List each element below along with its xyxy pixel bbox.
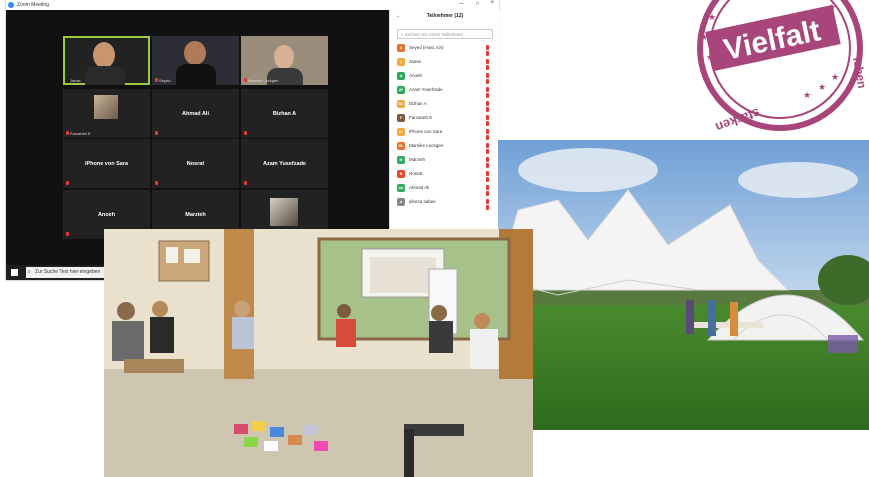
participant-avatar: S [397, 44, 405, 52]
muted-status-icon [486, 157, 495, 168]
participant-name: Jamie [409, 59, 422, 64]
participant-name: Mareike Lockgen [409, 143, 444, 148]
muted-mic-icon [155, 131, 158, 135]
video-tile[interactable]: Bizhan A [241, 89, 328, 138]
muted-mic-icon [66, 181, 69, 185]
participant-row[interactable]: a alireza safaei [397, 197, 497, 210]
svg-text:★: ★ [700, 32, 708, 42]
svg-text:★: ★ [803, 90, 811, 100]
zoom-logo-icon [8, 2, 14, 8]
muted-mic-icon [244, 181, 247, 185]
participant-name: Seyed (Host, ich) [409, 45, 444, 50]
participant-name: Ahmad Ali [409, 185, 430, 190]
video-tile[interactable]: Seyed [152, 36, 239, 85]
participant-avatar: BA [397, 100, 405, 108]
muted-status-icon [486, 101, 495, 112]
participant-name: iPhone von Sara [409, 129, 443, 134]
participant-avatar: iV [397, 128, 405, 136]
minimize-icon[interactable]: – [460, 1, 463, 7]
participant-photo [94, 95, 118, 119]
video-tile[interactable]: Ahmad Ali [152, 89, 239, 138]
muted-status-icon [486, 185, 495, 196]
video-tile[interactable]: Jamie [63, 36, 150, 85]
participant-search-input[interactable]: ⌕ Suchen Sie einen Teilnehmer [397, 29, 493, 39]
participant-name: Azam Yusefzade [409, 87, 443, 92]
muted-status-icon [486, 143, 495, 154]
search-icon: ⌕ [28, 269, 31, 275]
muted-mic-icon [66, 131, 69, 135]
video-tile[interactable]: Mareike Lockgen [241, 36, 328, 85]
participant-row[interactable]: N Nosrat [397, 169, 497, 182]
participant-row[interactable]: S Seyed (Host, ich) [397, 43, 497, 56]
participants-panel: Teilnehmer (12) ⌄ ⌕ Suchen Sie einen Tei… [389, 10, 500, 229]
window-titlebar: Zoom Meeting – □ × [6, 0, 499, 10]
participant-row[interactable]: J Jamie [397, 57, 497, 70]
muted-mic-icon [66, 232, 69, 236]
participant-name: Anoeh [409, 73, 423, 78]
muted-status-icon [486, 59, 495, 70]
video-tile[interactable]: Azam Yusefzade [241, 139, 328, 188]
close-icon[interactable]: × [490, 0, 494, 6]
outdoor-tent-photo [498, 140, 869, 430]
panel-popout-icon[interactable]: ⌄ [396, 13, 400, 19]
participant-avatar: ML [397, 142, 405, 150]
muted-mic-icon [244, 78, 247, 82]
participant-avatar: a [397, 198, 405, 206]
windows-start-icon[interactable] [11, 269, 18, 276]
participant-row[interactable]: F Farzaneh E [397, 113, 497, 126]
muted-status-icon [486, 73, 495, 84]
svg-text:★: ★ [828, 2, 836, 12]
video-tile[interactable]: iPhone von Sara [63, 139, 150, 188]
participant-row[interactable]: iV iPhone von Sara [397, 127, 497, 140]
window-title: Zoom Meeting [17, 2, 49, 8]
participant-row[interactable]: BA Bizhan A [397, 99, 497, 112]
participant-row[interactable]: AA Ahmad Ali [397, 183, 497, 196]
svg-text:★: ★ [818, 82, 826, 92]
muted-status-icon [486, 87, 495, 98]
participant-name: Farzaneh E [409, 115, 433, 120]
participant-avatar: M [397, 156, 405, 164]
participant-row[interactable]: M Marzieh [397, 155, 497, 168]
participant-name: alireza safaei [409, 199, 436, 204]
participant-name: Marzieh [409, 157, 426, 162]
video-tile[interactable]: Farzaneh E [63, 89, 150, 138]
svg-text:★: ★ [708, 12, 716, 22]
stamp-bottom-word: stärken [713, 105, 762, 135]
participant-avatar: AY [397, 86, 405, 94]
muted-status-icon [486, 129, 495, 140]
participant-avatar: N [397, 170, 405, 178]
participants-panel-title: Teilnehmer (12) [426, 13, 464, 19]
participant-photo [270, 198, 298, 226]
participant-avatar: AA [397, 184, 405, 192]
muted-status-icon [486, 45, 495, 56]
muted-status-icon [486, 115, 495, 126]
participant-avatar: A [397, 72, 405, 80]
participant-name: Bizhan A [409, 101, 427, 106]
taskbar-search-input[interactable]: ⌕ Zur Suche Text hier eingeben [26, 267, 104, 278]
participant-row[interactable]: AY Azam Yusefzade [397, 85, 497, 98]
participant-avatar: J [397, 58, 405, 66]
muted-mic-icon [155, 181, 158, 185]
svg-text:★: ★ [831, 72, 839, 82]
muted-status-icon [486, 171, 495, 182]
participant-name: Nosrat [409, 171, 423, 176]
video-gallery: Jamie Seyed Mareike Lockgen Farzaneh E A… [6, 10, 389, 265]
maximize-icon[interactable]: □ [476, 1, 479, 7]
participant-row[interactable]: A Anoeh [397, 71, 497, 84]
meeting-room-photo [104, 229, 533, 477]
video-tile[interactable]: Nosrat [152, 139, 239, 188]
search-icon: ⌕ [401, 32, 404, 37]
muted-status-icon [486, 199, 495, 210]
participant-row[interactable]: ML Mareike Lockgen [397, 141, 497, 154]
muted-mic-icon [155, 78, 158, 82]
participant-avatar: F [397, 114, 405, 122]
vielfalt-stamp-logo: Vielfalt leben stärken ★ ★ ★ ★ ★ ★ ★ [688, 0, 869, 135]
svg-text:★: ★ [706, 52, 714, 62]
muted-mic-icon [244, 131, 247, 135]
